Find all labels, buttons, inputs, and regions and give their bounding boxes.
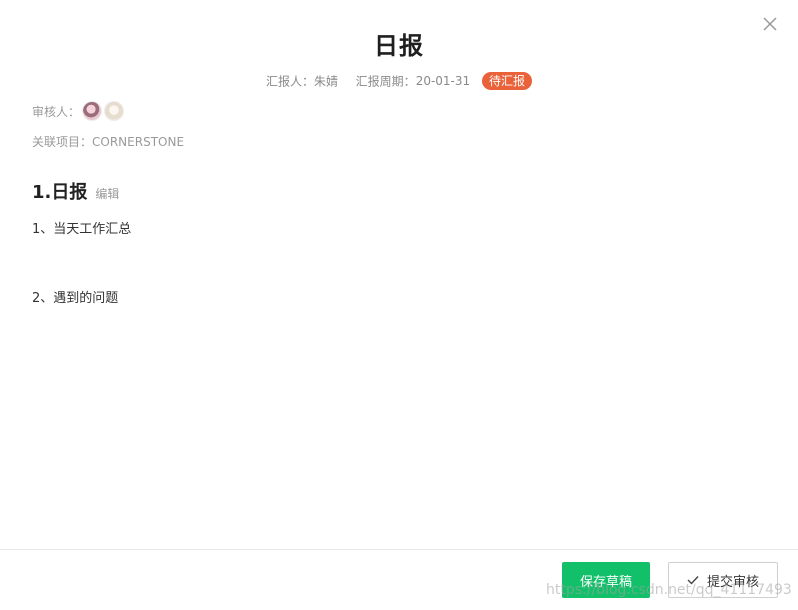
check-icon [687, 575, 699, 585]
period-value: 20-01-31 [415, 74, 471, 88]
submit-review-button[interactable]: 提交审核 [668, 562, 778, 598]
daily-report-dialog: 日报 汇报人：朱婧 汇报周期：20-01-31 待汇报 审核人： 关联项目：CO… [0, 0, 798, 610]
edit-link[interactable]: 编辑 [95, 185, 119, 202]
period-label: 汇报周期： [355, 74, 416, 89]
save-draft-button[interactable]: 保存草稿 [562, 562, 650, 598]
avatar[interactable] [104, 101, 125, 121]
project-value: CORNERSTONE [92, 135, 185, 149]
report-meta: 汇报人：朱婧 汇报周期：20-01-31 待汇报 [0, 72, 798, 90]
avatar[interactable] [82, 101, 103, 121]
project-row: 关联项目：CORNERSTONE [32, 133, 184, 150]
submit-label: 提交审核 [706, 574, 759, 590]
reviewer-label: 审核人： [32, 104, 81, 119]
status-badge: 待汇报 [481, 72, 532, 90]
reporter-name: 朱婧 [314, 74, 339, 89]
footer-divider [0, 549, 798, 550]
list-item: 2、遇到的问题 [32, 291, 119, 306]
dialog-title: 日报 [374, 32, 424, 60]
section-header: 1.日报 编辑 [32, 178, 119, 204]
list-item: 1、当天工作汇总 [32, 222, 132, 237]
project-label: 关联项目： [32, 135, 93, 149]
reporter-label: 汇报人： [265, 74, 314, 89]
reviewer-row: 审核人： [32, 100, 125, 122]
section-title: 1.日报 [32, 182, 88, 203]
